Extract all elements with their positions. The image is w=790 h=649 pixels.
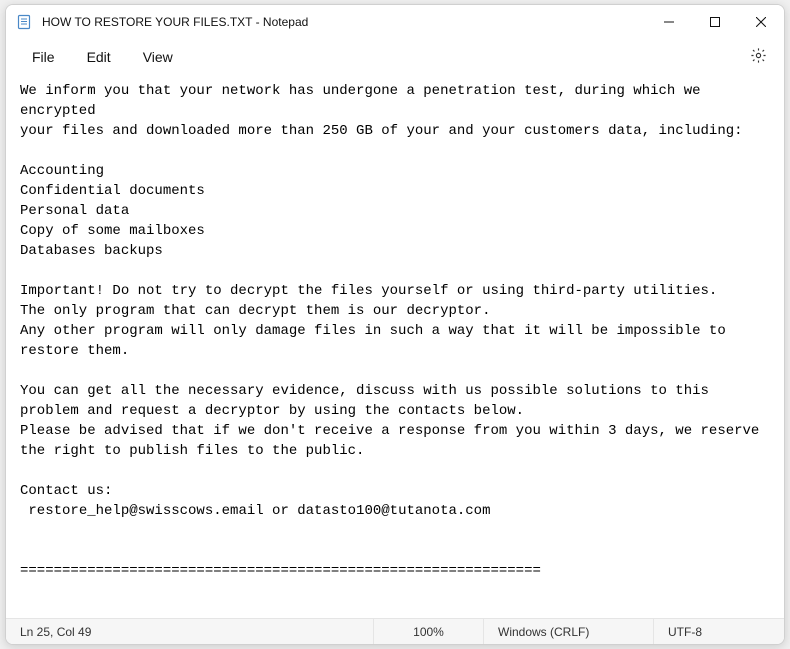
notepad-icon	[16, 14, 32, 30]
settings-button[interactable]	[742, 41, 774, 73]
gear-icon	[750, 47, 767, 67]
body-list: Accounting Confidential documents Person…	[20, 163, 205, 259]
divider-line: ========================================…	[20, 563, 541, 579]
close-button[interactable]	[738, 5, 784, 39]
window-controls	[646, 5, 784, 39]
titlebar: HOW TO RESTORE YOUR FILES.TXT - Notepad	[6, 5, 784, 39]
contact-line: restore_help@swisscows.email or datasto1…	[20, 503, 490, 519]
body-paragraph-3: You can get all the necessary evidence, …	[20, 383, 768, 459]
minimize-button[interactable]	[646, 5, 692, 39]
window-title: HOW TO RESTORE YOUR FILES.TXT - Notepad	[42, 15, 646, 29]
contact-header: Contact us:	[20, 483, 112, 499]
body-paragraph-2: Important! Do not try to decrypt the fil…	[20, 283, 734, 359]
menu-file[interactable]: File	[16, 43, 71, 71]
menubar: File Edit View	[6, 39, 784, 75]
menu-view[interactable]: View	[127, 43, 189, 71]
text-editor-area[interactable]: We inform you that your network has unde…	[6, 75, 784, 618]
notepad-window: HOW TO RESTORE YOUR FILES.TXT - Notepad …	[5, 4, 785, 645]
status-line-ending: Windows (CRLF)	[484, 619, 654, 644]
menu-edit[interactable]: Edit	[71, 43, 127, 71]
status-zoom[interactable]: 100%	[374, 619, 484, 644]
status-cursor-position: Ln 25, Col 49	[6, 619, 374, 644]
statusbar: Ln 25, Col 49 100% Windows (CRLF) UTF-8	[6, 618, 784, 644]
status-encoding: UTF-8	[654, 619, 784, 644]
maximize-button[interactable]	[692, 5, 738, 39]
body-paragraph-1: We inform you that your network has unde…	[20, 83, 743, 139]
